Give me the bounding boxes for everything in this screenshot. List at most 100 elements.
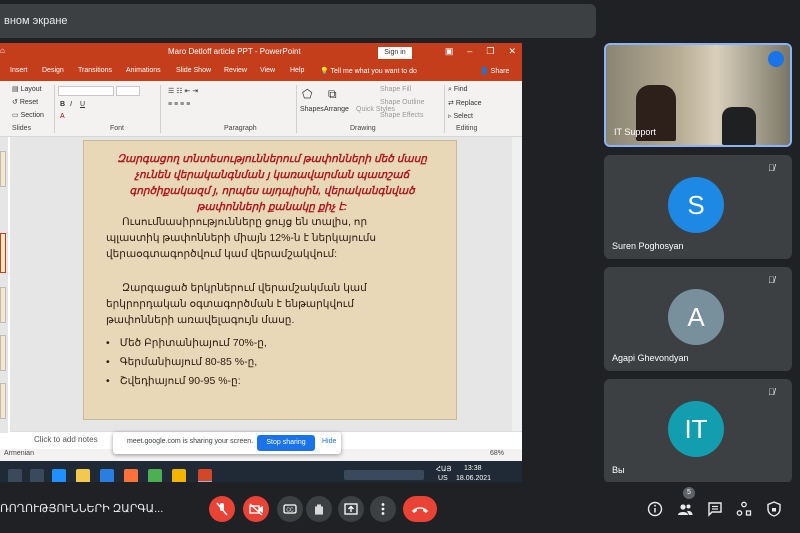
shapes-icon[interactable]: ⬠ (302, 87, 312, 101)
underline-icon[interactable]: U (80, 101, 85, 108)
clock-time[interactable]: 13:38 (464, 465, 482, 472)
tell-me-search[interactable]: 💡 Tell me what you want to do (320, 67, 417, 75)
slide-paragraph-2[interactable]: Զարգացած երկրներում վերամշակման կամ երկր… (106, 280, 406, 328)
shared-screen: ⌂ Maro Detloff article PPT - PowerPoint … (0, 43, 522, 505)
slide-thumbnail[interactable] (0, 335, 6, 371)
hide-notice-button[interactable]: Hide (322, 438, 336, 445)
raise-hand-button[interactable] (306, 496, 332, 522)
font-name-box[interactable] (58, 86, 114, 96)
avatar: IT (668, 401, 724, 457)
restore-icon[interactable]: ❐ (486, 46, 494, 57)
paragraph-group-label: Paragraph (224, 125, 257, 132)
meeting-controls: ՌՈՂՈՒԹՅՈՒՆՆԵՐԻ ԶԱՐԳԱ... CC 5 (0, 482, 800, 533)
tab-design[interactable]: Design (42, 67, 64, 74)
powerpoint-icon[interactable] (198, 469, 212, 483)
firefox-icon[interactable] (124, 469, 138, 483)
present-now-button[interactable] (338, 496, 364, 522)
align-icon[interactable]: ≡ ≡ ≡ ≡ (168, 101, 190, 108)
bullets-icon[interactable]: ☰ ☷ ⇤ ⇥ (168, 87, 198, 95)
store-icon[interactable] (172, 469, 186, 483)
input-language-2[interactable]: US (438, 475, 448, 482)
shape-outline-button[interactable]: Shape Outline (380, 99, 424, 106)
reset-button[interactable]: ↺ Reset (12, 98, 38, 106)
file-explorer-icon[interactable] (76, 469, 90, 483)
people-icon[interactable] (676, 500, 694, 518)
meeting-info-icon[interactable] (646, 500, 664, 518)
tab-animations[interactable]: Animations (126, 67, 161, 74)
slide-thumbnail-active[interactable] (0, 233, 6, 273)
mail-icon[interactable] (100, 469, 114, 483)
tell-me-label: Tell me what you want to do (330, 68, 417, 75)
sign-in-button[interactable]: Sign in (378, 47, 412, 59)
host-controls-icon[interactable] (765, 500, 783, 518)
quick-access-icon: ⌂ (0, 46, 5, 55)
tab-transitions[interactable]: Transitions (78, 67, 112, 74)
people-count-badge: 5 (683, 487, 695, 499)
zoom-level[interactable]: 68% (490, 450, 504, 457)
chat-icon[interactable] (706, 500, 724, 518)
slide-bullet-list[interactable]: Մեծ Բրիտանիայում 70%-ը, Գերմանիայում 80-… (106, 334, 267, 391)
find-button[interactable]: ⌕ Find (448, 86, 468, 94)
task-view-icon[interactable] (30, 469, 44, 483)
shape-effects-button[interactable]: Shape Effects (380, 112, 423, 119)
participant-tile[interactable]: 🎙̸ S Suren Poghosyan (604, 155, 792, 259)
mic-off-icon: 🎙̸ (768, 275, 775, 285)
tab-view[interactable]: View (260, 67, 275, 74)
stop-sharing-button[interactable]: Stop sharing (257, 435, 315, 451)
current-slide[interactable]: Զարգացող տնտեսություններում թափոնների մե… (83, 140, 457, 420)
ribbon-divider (444, 85, 445, 133)
italic-icon[interactable]: I (70, 101, 72, 108)
participant-tile[interactable]: 🎙̸ A Agapi Ghevondyan (604, 267, 792, 371)
tab-insert[interactable]: Insert (10, 67, 28, 74)
search-icon[interactable] (8, 469, 22, 483)
clock-date[interactable]: 18.06.2021 (456, 475, 491, 482)
select-button[interactable]: ▹ Select (448, 112, 473, 120)
ribbon: ▤ Layout ↺ Reset ▭ Section Slides B I U … (0, 81, 522, 137)
section-label: Section (20, 112, 44, 119)
chrome-icon[interactable] (148, 469, 162, 483)
font-size-box[interactable] (116, 86, 140, 96)
ribbon-options-icon[interactable]: ▣ (445, 46, 454, 57)
shape-fill-button[interactable]: Shape Fill (380, 86, 411, 93)
arrange-icon[interactable]: ⧉ (328, 87, 337, 102)
slide-thumbnail[interactable] (0, 383, 6, 419)
input-language[interactable]: ՀԱՅ (436, 465, 451, 473)
participant-tile-video[interactable]: IT Support (604, 43, 792, 147)
slide-thumbnail[interactable] (0, 287, 6, 323)
section-button[interactable]: ▭ Section (12, 111, 44, 119)
ppt-titlebar: ⌂ Maro Detloff article PPT - PowerPoint … (0, 43, 522, 63)
minimize-icon[interactable]: – (467, 46, 472, 57)
select-label: Select (453, 113, 473, 120)
arrange-button[interactable]: Arrange (324, 106, 349, 113)
font-color-icon[interactable]: A (60, 113, 65, 120)
camera-off-icon (249, 503, 263, 516)
tab-help[interactable]: Help (290, 67, 304, 74)
bold-icon[interactable]: B (60, 101, 65, 108)
slide-thumbnails (0, 137, 8, 433)
slide-paragraph-1[interactable]: Ուսումնասիրությունները ցույց են տալիս, ո… (106, 214, 406, 262)
layout-button[interactable]: ▤ Layout (12, 85, 42, 93)
activities-icon[interactable] (735, 500, 753, 518)
close-icon[interactable]: ✕ (508, 46, 516, 57)
vertical-scrollbar[interactable] (512, 137, 522, 431)
slide-thumbnail[interactable] (0, 151, 6, 187)
leave-call-button[interactable] (403, 496, 437, 522)
system-tray-icons[interactable] (344, 470, 424, 480)
mic-toggle-button[interactable] (209, 496, 235, 522)
captions-button[interactable]: CC (277, 496, 303, 522)
participant-tile-self[interactable]: 🎙̸ IT Вы (604, 379, 792, 483)
slides-group-label: Slides (12, 125, 32, 132)
more-options-button[interactable] (370, 496, 396, 522)
shapes-button[interactable]: Shapes (300, 106, 324, 113)
camera-toggle-button[interactable] (243, 496, 269, 522)
language-status[interactable]: Armenian (4, 450, 34, 457)
share-button[interactable]: 👤 Share (480, 67, 509, 75)
slide-title[interactable]: Զարգացող տնտեսություններում թափոնների մե… (102, 151, 442, 215)
participant-name: Agapi Ghevondyan (612, 353, 689, 363)
tab-slide-show[interactable]: Slide Show (176, 67, 211, 74)
present-icon (344, 503, 358, 515)
drawing-group-label: Drawing (350, 125, 376, 132)
edge-icon[interactable] (52, 469, 66, 483)
replace-button[interactable]: ⇄ Replace (448, 99, 482, 107)
tab-review[interactable]: Review (224, 67, 247, 74)
